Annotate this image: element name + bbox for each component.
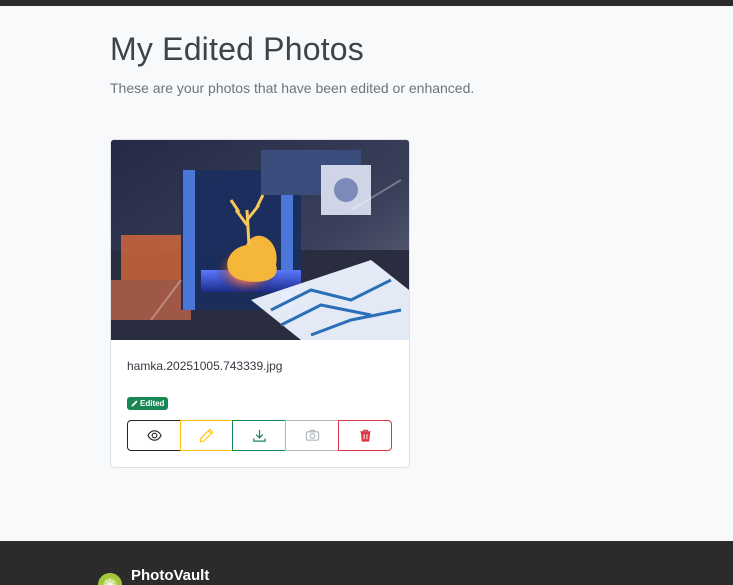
download-button[interactable] xyxy=(232,420,286,451)
view-button[interactable] xyxy=(127,420,181,451)
delete-button[interactable] xyxy=(338,420,392,451)
photovault-logo-icon xyxy=(98,573,122,585)
edit-button[interactable] xyxy=(180,420,233,451)
page-title: My Edited Photos xyxy=(110,31,364,67)
page-subtitle: These are your photos that have been edi… xyxy=(110,80,475,96)
photo-thumbnail[interactable] xyxy=(111,140,409,340)
edited-badge: Edited xyxy=(127,397,169,410)
camera-button[interactable] xyxy=(285,420,339,451)
edited-badge-label: Edited xyxy=(140,399,165,408)
download-icon xyxy=(252,429,266,442)
photo-filename: hamka.20251005.743339.jpg xyxy=(127,359,283,373)
top-nav-bar xyxy=(0,0,733,6)
footer-brand[interactable]: PhotoVault xyxy=(131,567,209,584)
camera-icon xyxy=(305,429,319,441)
photo-actions xyxy=(127,420,393,451)
pencil-icon xyxy=(131,400,138,407)
photo-card: hamka.20251005.743339.jpg Edited xyxy=(110,139,410,468)
trash-icon xyxy=(359,429,371,442)
footer: PhotoVault xyxy=(0,541,733,585)
photo-image xyxy=(111,140,409,340)
eye-icon xyxy=(146,430,162,441)
pencil-icon xyxy=(199,428,214,443)
